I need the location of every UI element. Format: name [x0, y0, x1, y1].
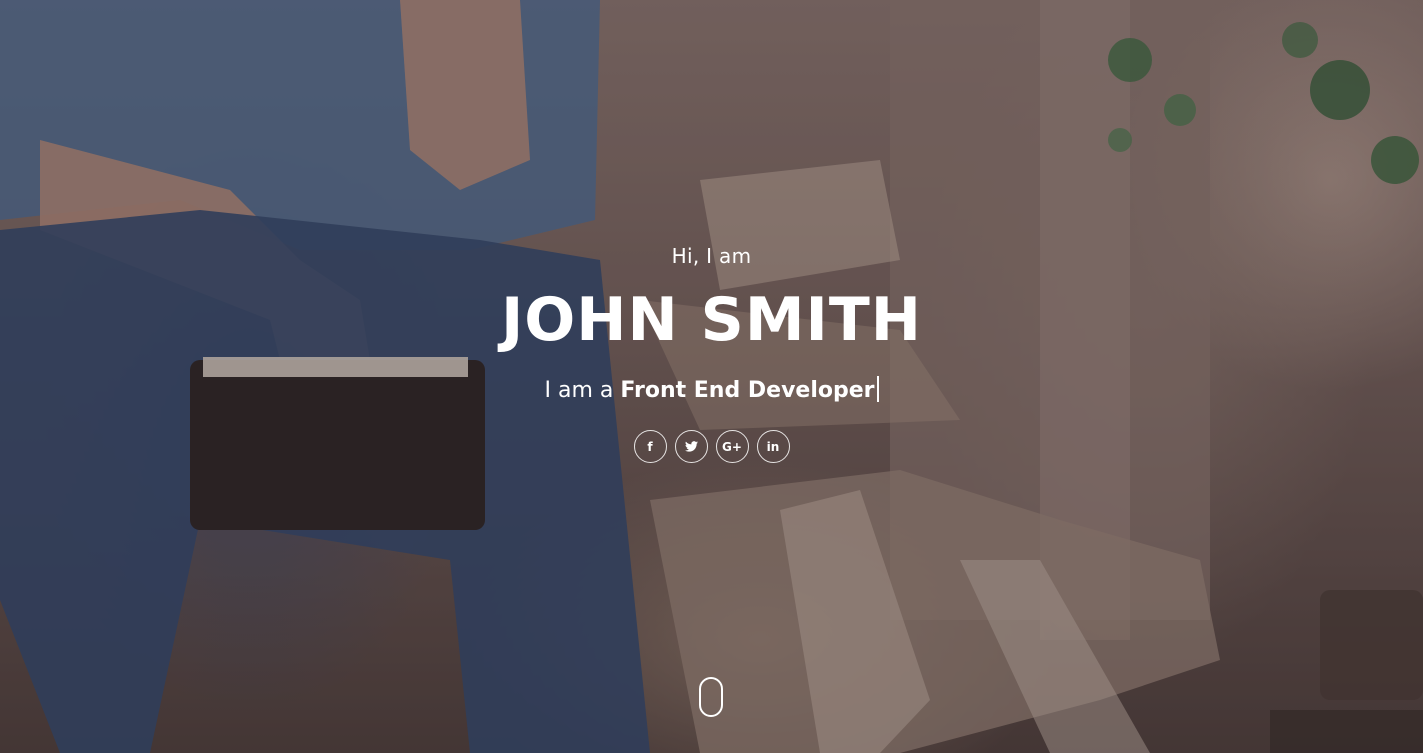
typing-cursor — [876, 376, 879, 402]
hero-section: Hi, I am JOHN SMITH I am a Front End Dev… — [0, 0, 1423, 753]
facebook-icon: f — [647, 439, 653, 454]
mouse-scroll-icon[interactable] — [699, 677, 723, 717]
linkedin-icon: in — [766, 439, 780, 454]
hero-tagline: I am a Front End Developer — [0, 376, 1423, 406]
tagline-role: Front End Developer — [620, 378, 875, 403]
social-links: f G+ in — [0, 430, 1423, 463]
hero-content: Hi, I am JOHN SMITH I am a Front End Dev… — [0, 240, 1423, 463]
twitter-icon — [684, 441, 698, 452]
tagline-prefix: I am a — [544, 378, 614, 403]
twitter-button[interactable] — [674, 430, 708, 463]
linkedin-button[interactable]: in — [756, 430, 790, 463]
google-plus-icon: G+ — [722, 439, 742, 454]
google-plus-button[interactable]: G+ — [715, 430, 749, 463]
facebook-button[interactable]: f — [633, 430, 667, 463]
hero-name: JOHN SMITH — [500, 285, 923, 355]
greeting-text: Hi, I am — [671, 244, 752, 268]
